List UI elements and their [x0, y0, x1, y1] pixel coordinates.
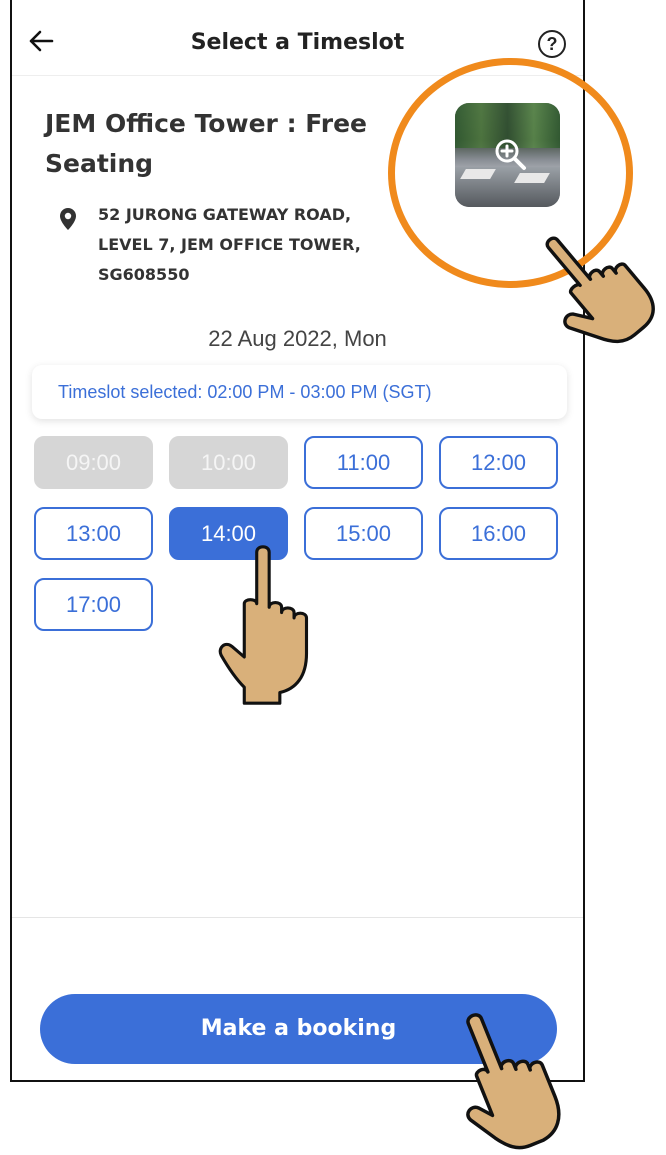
timeslot-1600[interactable]: 16:00: [439, 507, 558, 560]
timeslot-1100[interactable]: 11:00: [304, 436, 423, 489]
selected-timeslot-banner: Timeslot selected: 02:00 PM - 03:00 PM (…: [32, 365, 567, 419]
timeslot-0900: 09:00: [34, 436, 153, 489]
help-button[interactable]: ?: [538, 30, 566, 58]
date-label: 22 Aug 2022, Mon: [208, 326, 387, 351]
timeslot-1200[interactable]: 12:00: [439, 436, 558, 489]
page-title: Select a Timeslot: [190, 30, 405, 55]
pointing-hand-icon: [466, 1013, 561, 1150]
venue-title: JEM Office Tower : Free Seating: [45, 109, 367, 178]
timeslot-1000: 10:00: [169, 436, 288, 489]
question-circle-icon: ?: [546, 34, 558, 54]
timeslot-1300[interactable]: 13:00: [34, 507, 153, 560]
timeslot-1700[interactable]: 17:00: [34, 578, 153, 631]
venue-address: 52 JURONG GATEWAY ROAD, LEVEL 7, JEM OFF…: [98, 205, 361, 284]
pointing-hand-icon: [218, 545, 309, 705]
footer-divider: [12, 917, 583, 918]
location-pin-icon: [60, 208, 76, 230]
pointing-hand-icon: [545, 236, 655, 344]
